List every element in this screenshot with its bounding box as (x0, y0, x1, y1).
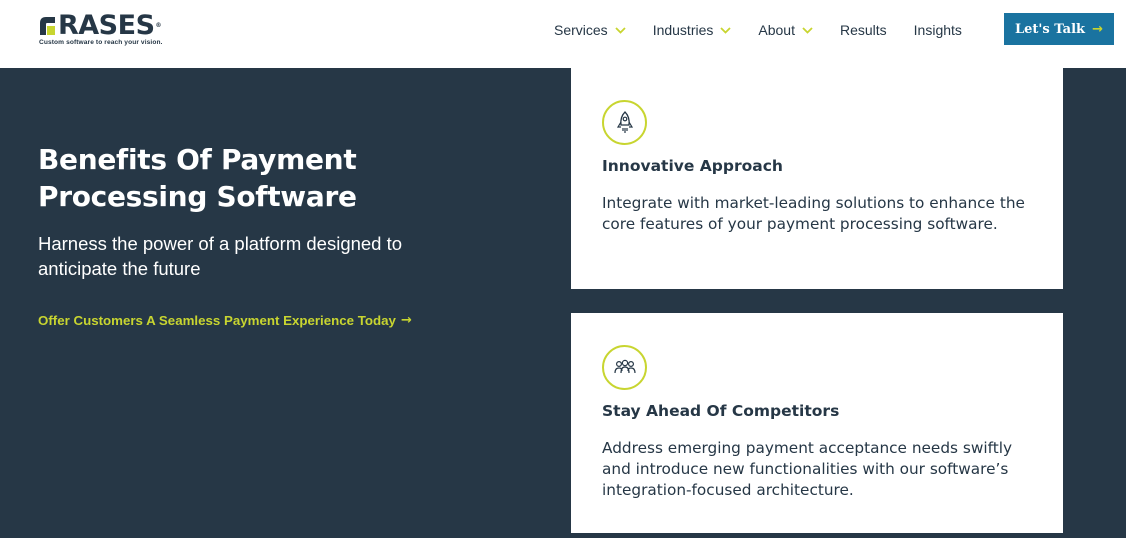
benefit-card-stay-ahead: Stay Ahead Of Competitors Address emergi… (571, 313, 1063, 533)
logo-text: RASES (58, 10, 155, 41)
arrow-right-icon: → (400, 313, 412, 328)
nav-item-industries[interactable]: Industries (653, 22, 732, 38)
seamless-payment-link[interactable]: Offer Customers A Seamless Payment Exper… (38, 313, 412, 328)
lets-talk-button[interactable]: Let's Talk → (1004, 13, 1114, 45)
card-description: Address emerging payment acceptance need… (602, 439, 1013, 499)
logo-wordmark: RASES ® (38, 11, 161, 41)
rocket-icon (602, 100, 647, 145)
arrow-right-icon: → (1092, 21, 1103, 37)
logo-tagline: Custom software to reach your vision. (39, 39, 163, 46)
card-title: Innovative Approach (602, 157, 783, 175)
card-description: Integrate with market-leading solutions … (602, 194, 1025, 233)
nav-item-about[interactable]: About (758, 22, 813, 38)
nav-item-label: About (758, 22, 795, 38)
nav-item-insights[interactable]: Insights (914, 22, 962, 38)
nav-item-label: Results (839, 22, 887, 38)
chevron-down-icon (802, 26, 813, 34)
brand-logo[interactable]: RASES ® Custom software to reach your vis… (38, 11, 188, 51)
nav-item-label: Insights (913, 22, 962, 38)
section-title: Benefits Of Payment Processing Software (38, 143, 357, 213)
main-nav: Services Industries About Results Insigh… (554, 21, 962, 39)
benefit-card-innovative-approach: Innovative Approach Integrate with marke… (571, 68, 1063, 289)
nav-item-label: Services (554, 22, 608, 38)
section-subtitle: Harness the power of a platform designed… (38, 233, 403, 279)
chevron-down-icon (720, 26, 732, 34)
site-header: RASES ® Custom software to reach your vis… (0, 0, 1126, 68)
nav-item-results[interactable]: Results (840, 22, 887, 38)
team-icon (602, 345, 647, 390)
cta-label: Let's Talk (1015, 21, 1086, 37)
nav-item-services[interactable]: Services (554, 22, 626, 38)
logo-mark-icon (38, 15, 57, 37)
trademark-symbol: ® (155, 22, 162, 29)
card-title: Stay Ahead Of Competitors (602, 402, 840, 420)
nav-item-label: Industries (652, 22, 714, 38)
chevron-down-icon (615, 26, 626, 34)
link-label: Offer Customers A Seamless Payment Exper… (38, 313, 396, 328)
